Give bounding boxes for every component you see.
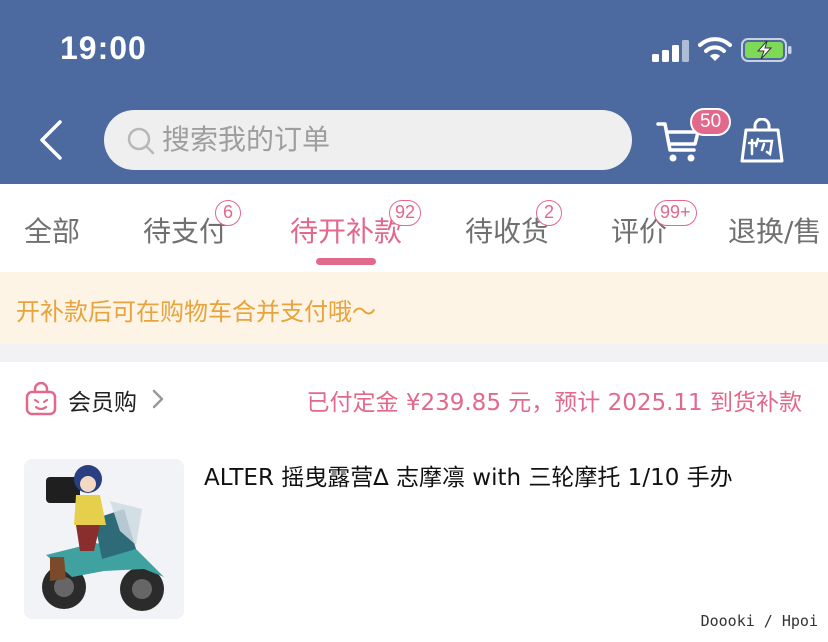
- back-arrow-icon[interactable]: [34, 118, 74, 162]
- cart-badge: 50: [690, 108, 732, 136]
- tab-review-badge: 99+: [654, 200, 697, 226]
- tab-all[interactable]: 全部: [24, 210, 80, 250]
- tab-pending-receipt-badge: 2: [536, 200, 562, 226]
- active-tab-indicator: [316, 258, 376, 265]
- search-icon: [127, 127, 155, 155]
- order-tabs: [0, 184, 828, 272]
- watermark: Doooki / Hpoi: [700, 612, 818, 630]
- product-title[interactable]: ALTER 摇曳露营∆ 志摩凛 with 三轮摩托 1/10 手办: [204, 458, 733, 492]
- tab-returns[interactable]: 退换/售: [728, 210, 821, 250]
- tab-pending-payment-badge: 6: [215, 200, 241, 226]
- search-bar[interactable]: [104, 110, 632, 170]
- tab-pending-balance[interactable]: 待开补款: [290, 210, 402, 250]
- shopping-bag-icon[interactable]: [740, 118, 784, 164]
- signal-icon: [652, 40, 690, 62]
- notice-text: 开补款后可在购物车合并支付哦～: [16, 298, 376, 326]
- deposit-status: 已付定金 ¥239.85 元，预计 2025.11 到货补款: [306, 390, 802, 416]
- shop-name[interactable]: 会员购: [68, 383, 137, 417]
- wifi-icon: [698, 37, 732, 61]
- tab-pending-balance-badge: 92: [389, 200, 422, 226]
- figure-image: [42, 465, 164, 611]
- search-input[interactable]: [162, 110, 612, 170]
- product-thumbnail[interactable]: [24, 459, 184, 619]
- notice-banner: 开补款后可在购物车合并支付哦～: [0, 272, 828, 344]
- battery-icon: [741, 38, 792, 62]
- status-time: 19:00: [60, 30, 147, 66]
- chevron-right-icon[interactable]: [150, 388, 166, 410]
- shop-icon: [25, 382, 57, 416]
